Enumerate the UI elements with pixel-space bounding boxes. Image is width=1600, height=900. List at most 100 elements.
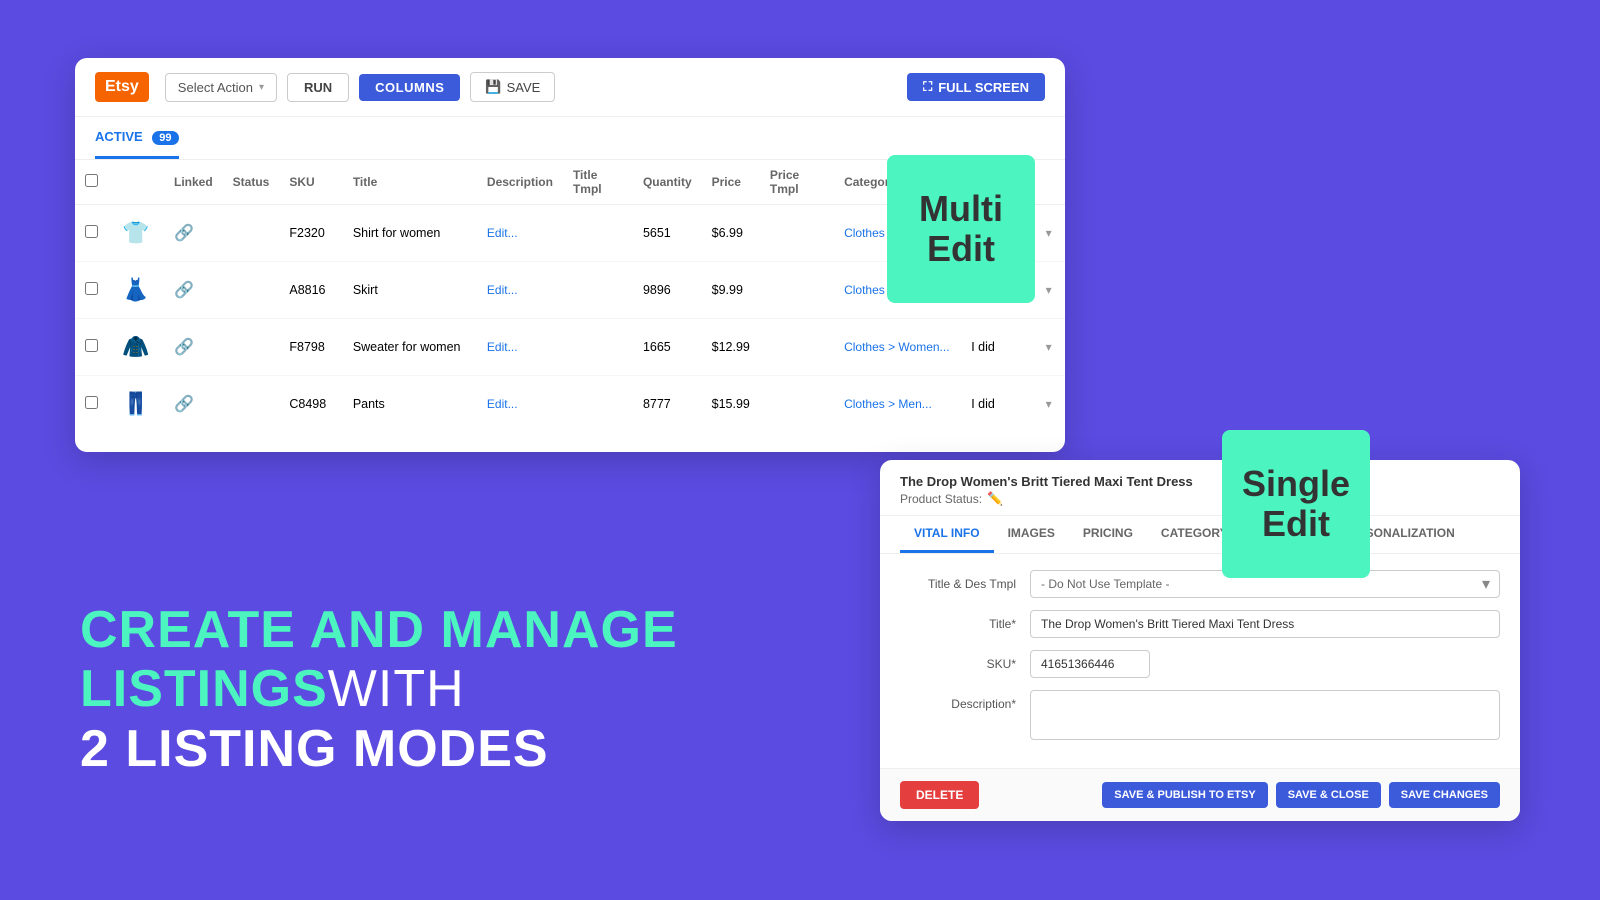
- chevron-down-icon[interactable]: ▾: [1046, 397, 1052, 411]
- chevron-down-icon[interactable]: ▾: [1046, 226, 1052, 240]
- link-icon: 🔗: [174, 225, 194, 242]
- toolbar: Etsy Select Action ▾ RUN COLUMNS 💾 SAVE …: [75, 58, 1065, 117]
- delete-button[interactable]: DELETE: [900, 781, 979, 809]
- single-panel-header: The Drop Women's Britt Tiered Maxi Tent …: [880, 460, 1520, 516]
- sku-input[interactable]: [1030, 650, 1150, 678]
- description-textarea[interactable]: [1030, 690, 1500, 740]
- single-panel-status: Product Status: ✏️: [900, 491, 1500, 507]
- run-button[interactable]: RUN: [287, 73, 349, 102]
- row-status: [223, 376, 280, 433]
- table-row: 👖 🔗 C8498 Pants Edit... 8777 $15.99 Clot…: [75, 376, 1065, 433]
- save-icon: 💾: [485, 79, 501, 95]
- row-title-tmpl: [563, 319, 633, 376]
- multi-edit-badge: MultiEdit: [887, 155, 1035, 303]
- tab-active[interactable]: ACTIVE 99: [95, 117, 179, 159]
- title-input[interactable]: [1030, 610, 1500, 638]
- row-who-make: I did: [961, 376, 1035, 433]
- tab-images[interactable]: IMAGES: [994, 516, 1069, 553]
- row-checkbox[interactable]: [85, 282, 98, 295]
- product-image: 🧥: [118, 329, 154, 365]
- save-button[interactable]: 💾 SAVE: [470, 72, 555, 102]
- row-quantity: 1665: [633, 319, 702, 376]
- single-tab-bar: VITAL INFO IMAGES PRICING CATEGORY SHIPP…: [880, 516, 1520, 554]
- single-edit-badge: SingleEdit: [1222, 430, 1370, 578]
- row-who-make: I did: [961, 319, 1035, 376]
- status-label: Product Status:: [900, 492, 982, 506]
- form-row-title: Title*: [900, 610, 1500, 638]
- footer-right-buttons: SAVE & PUBLISH TO ETSY SAVE & CLOSE SAVE…: [1102, 782, 1500, 808]
- tab-bar: ACTIVE 99: [75, 117, 1065, 160]
- save-changes-button[interactable]: SAVE CHANGES: [1389, 782, 1500, 808]
- th-quantity: Quantity: [633, 160, 702, 205]
- chevron-down-icon[interactable]: ▾: [1046, 340, 1052, 354]
- select-action-dropdown[interactable]: Select Action ▾: [165, 73, 277, 102]
- row-sku: A8816: [279, 262, 342, 319]
- row-title-tmpl: [563, 376, 633, 433]
- label-description: Description*: [900, 690, 1030, 711]
- save-close-button[interactable]: SAVE & CLOSE: [1276, 782, 1381, 808]
- product-image: 👖: [118, 386, 154, 422]
- row-price-tmpl: [760, 262, 834, 319]
- row-title: Sweater for women: [343, 319, 477, 376]
- row-price: $15.99: [702, 376, 760, 433]
- link-icon: 🔗: [174, 282, 194, 299]
- tab-badge: 99: [152, 131, 178, 145]
- single-edit-panel: The Drop Women's Britt Tiered Maxi Tent …: [880, 460, 1520, 821]
- row-category[interactable]: Clothes > Men...: [844, 397, 932, 411]
- row-title: Pants: [343, 376, 477, 433]
- row-quantity: 9896: [633, 262, 702, 319]
- th-linked: Linked: [164, 160, 223, 205]
- th-description: Description: [477, 160, 563, 205]
- form-row-title-tmpl: Title & Des Tmpl - Do Not Use Template -: [900, 570, 1500, 598]
- row-status: [223, 319, 280, 376]
- save-label: SAVE: [507, 80, 541, 95]
- hero-line2: LISTINGS: [80, 660, 328, 720]
- single-panel-product-title: The Drop Women's Britt Tiered Maxi Tent …: [900, 474, 1500, 489]
- row-checkbox[interactable]: [85, 396, 98, 409]
- link-icon: 🔗: [174, 339, 194, 356]
- single-edit-label: SingleEdit: [1242, 464, 1350, 543]
- row-title-tmpl: [563, 205, 633, 262]
- product-image: 👕: [118, 215, 154, 251]
- etsy-logo: Etsy: [95, 72, 149, 102]
- hero-line3: WITH: [328, 660, 465, 720]
- row-title: Shirt for women: [343, 205, 477, 262]
- product-image: 👗: [118, 272, 154, 308]
- hero-text: CREATE AND MANAGE LISTINGS WITH 2 LISTIN…: [80, 601, 678, 780]
- th-status: Status: [223, 160, 280, 205]
- row-price: $9.99: [702, 262, 760, 319]
- row-price-tmpl: [760, 376, 834, 433]
- row-price: $12.99: [702, 319, 760, 376]
- row-title: Skirt: [343, 262, 477, 319]
- form-row-sku: SKU*: [900, 650, 1500, 678]
- row-price-tmpl: [760, 319, 834, 376]
- fullscreen-label: FULL SCREEN: [938, 80, 1029, 95]
- hero-line4: 2 LISTING MODES: [80, 720, 678, 780]
- row-sku: C8498: [279, 376, 342, 433]
- save-publish-button[interactable]: SAVE & PUBLISH TO ETSY: [1102, 782, 1267, 808]
- th-title: Title: [343, 160, 477, 205]
- th-actions: [1036, 160, 1065, 205]
- form-row-description: Description*: [900, 690, 1500, 740]
- tab-vital-info[interactable]: VITAL INFO: [900, 516, 994, 553]
- row-status: [223, 262, 280, 319]
- row-description-edit[interactable]: Edit...: [487, 340, 518, 354]
- row-quantity: 8777: [633, 376, 702, 433]
- columns-button[interactable]: COLUMNS: [359, 74, 460, 101]
- row-category[interactable]: Clothes > Women...: [844, 340, 950, 354]
- fullscreen-button[interactable]: ⛶ FULL SCREEN: [907, 73, 1045, 101]
- fullscreen-icon: ⛶: [923, 79, 932, 95]
- multi-edit-label: MultiEdit: [919, 189, 1003, 268]
- row-checkbox[interactable]: [85, 225, 98, 238]
- row-description-edit[interactable]: Edit...: [487, 283, 518, 297]
- tab-pricing[interactable]: PRICING: [1069, 516, 1147, 553]
- chevron-down-icon[interactable]: ▾: [1046, 283, 1052, 297]
- th-price-tmpl: Price Tmpl: [760, 160, 834, 205]
- row-checkbox[interactable]: [85, 339, 98, 352]
- pencil-icon[interactable]: ✏️: [987, 491, 1003, 507]
- row-description-edit[interactable]: Edit...: [487, 226, 518, 240]
- row-description-edit[interactable]: Edit...: [487, 397, 518, 411]
- single-form-body: Title & Des Tmpl - Do Not Use Template -…: [880, 554, 1520, 768]
- select-all-checkbox[interactable]: [85, 174, 98, 187]
- row-price-tmpl: [760, 205, 834, 262]
